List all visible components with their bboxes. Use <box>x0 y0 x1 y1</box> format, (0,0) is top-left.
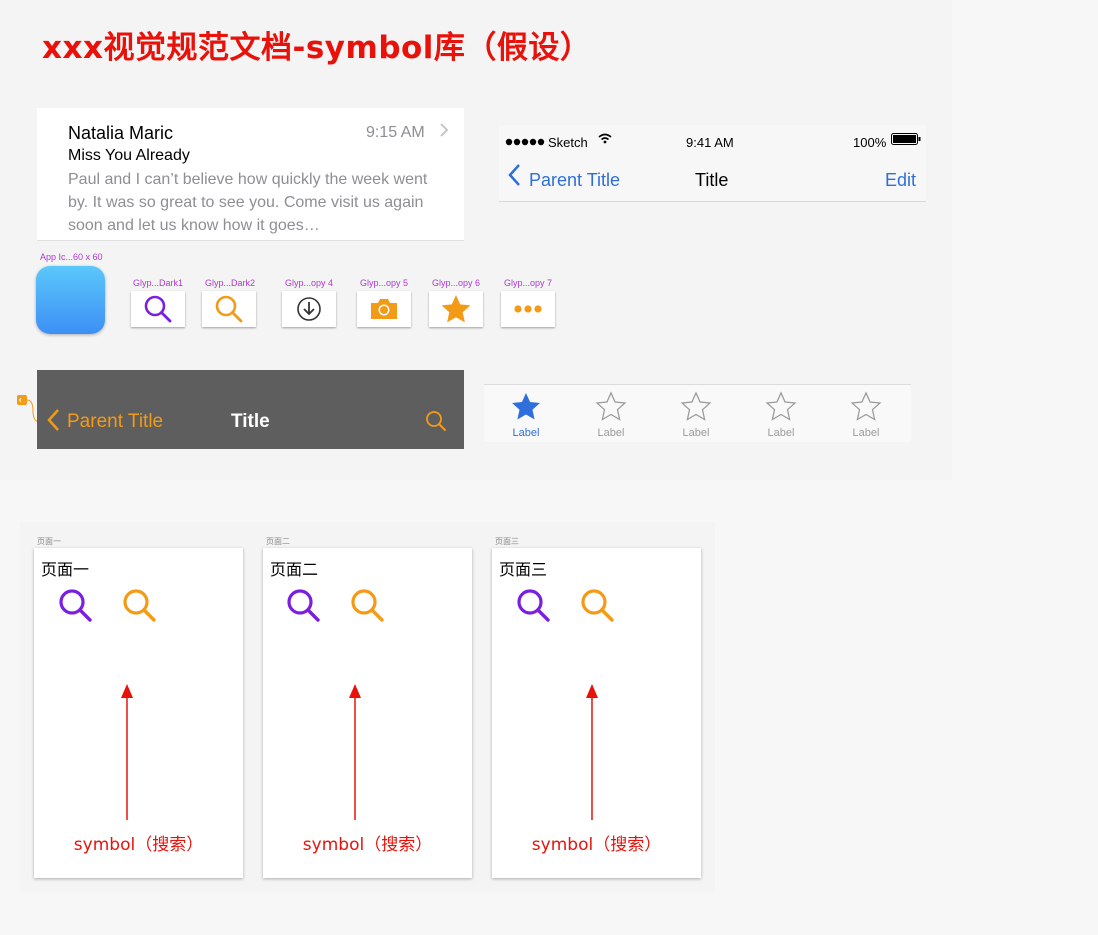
tab-item[interactable]: Label <box>666 391 726 439</box>
star-outline-icon <box>765 391 797 421</box>
star-outline-icon <box>680 391 712 421</box>
glyph-download[interactable] <box>282 291 336 327</box>
star-outline-icon <box>850 391 882 421</box>
search-icon[interactable] <box>122 588 158 624</box>
tab-item[interactable]: Label <box>496 391 556 439</box>
page-caption: symbol（搜索） <box>73 835 204 855</box>
glyph-search-dark2[interactable] <box>202 291 256 327</box>
search-icon <box>144 295 172 323</box>
download-circle-icon <box>297 297 321 321</box>
page-card-2: 页面二 symbol（搜索） <box>263 548 472 878</box>
arrow-up-icon <box>586 684 598 820</box>
glyph-camera[interactable] <box>357 291 411 327</box>
tab-label: Label <box>512 427 540 439</box>
glyph-label: Glyp...opy 4 <box>285 278 334 288</box>
dark-navigation-bar: Parent Title Title <box>37 370 464 449</box>
mail-preview: Paul and I can’t believe how quickly the… <box>68 171 428 234</box>
glyph-label: Glyp...Dark2 <box>205 278 256 288</box>
search-icon[interactable] <box>516 588 552 624</box>
glyph-label: Glyp...opy 7 <box>504 278 553 288</box>
more-dots-icon <box>514 305 542 313</box>
back-chevron-icon[interactable] <box>47 408 61 437</box>
glyph-more[interactable] <box>501 291 555 327</box>
search-icon <box>215 295 243 323</box>
glyph-star[interactable] <box>429 291 483 327</box>
back-chevron-icon[interactable] <box>508 163 522 192</box>
star-icon <box>441 295 471 323</box>
tab-label: Label <box>597 427 625 439</box>
search-icon[interactable] <box>58 588 94 624</box>
status-time: 9:41 AM <box>686 135 734 150</box>
page-title: xxx视觉规范文档-symbol库（假设） <box>42 30 592 66</box>
ios-navigation-bar: Sketch 9:41 AM 100% Parent Title Title E… <box>499 125 926 202</box>
tab-bar: Label Label Label Label Label <box>484 384 911 442</box>
mail-sender: Natalia Maric <box>68 123 174 143</box>
glyph-label: Glyp...Dark1 <box>133 278 184 288</box>
page-heading: 页面二 <box>270 560 319 579</box>
battery-icon <box>891 132 921 150</box>
star-outline-icon <box>595 391 627 421</box>
page-heading: 页面一 <box>41 560 90 579</box>
nav-title: Title <box>695 170 729 190</box>
chevron-right-icon <box>439 122 449 143</box>
tab-label: Label <box>767 427 795 439</box>
mail-list-item[interactable]: Natalia Maric 9:15 AM Miss You Already P… <box>37 108 464 241</box>
back-button[interactable]: Parent Title <box>529 170 620 191</box>
star-filled-icon <box>512 392 540 420</box>
nav-title: Title <box>231 411 270 432</box>
tab-label: Label <box>682 427 710 439</box>
app-icon[interactable] <box>36 266 105 334</box>
back-button[interactable]: Parent Title <box>67 411 163 433</box>
glyph-search-dark1[interactable] <box>131 291 185 327</box>
tab-item[interactable]: Label <box>581 391 641 439</box>
arrow-up-icon <box>121 684 133 820</box>
carrier-name: Sketch <box>548 135 588 150</box>
page-card-1: 页面一 symbol（搜索） <box>34 548 243 878</box>
glyph-label: Glyp...opy 6 <box>432 278 481 288</box>
tab-item[interactable]: Label <box>751 391 811 439</box>
wifi-icon <box>598 131 612 149</box>
page-card-3: 页面三 symbol（搜索） <box>492 548 701 878</box>
mail-subject: Miss You Already <box>68 147 190 164</box>
glyph-label: Glyp...opy 5 <box>360 278 409 288</box>
tab-item[interactable]: Label <box>836 391 896 439</box>
search-icon[interactable] <box>350 588 386 624</box>
camera-icon <box>371 299 397 319</box>
arrow-up-icon <box>349 684 361 820</box>
search-icon[interactable] <box>580 588 616 624</box>
page-small-label: 页面三 <box>495 537 519 546</box>
tab-label: Label <box>852 427 880 439</box>
app-icon-label: App Ic...60 x 60 <box>40 252 103 262</box>
page-small-label: 页面二 <box>266 537 290 546</box>
search-icon[interactable] <box>286 588 322 624</box>
battery-percent: 100% <box>853 135 887 150</box>
page-caption: symbol（搜索） <box>531 835 662 855</box>
mail-time: 9:15 AM <box>366 124 425 141</box>
search-icon[interactable] <box>425 410 447 437</box>
page-caption: symbol（搜索） <box>302 835 433 855</box>
page-heading: 页面三 <box>499 560 548 579</box>
edit-button[interactable]: Edit <box>885 170 916 191</box>
page-small-label: 页面一 <box>37 537 61 546</box>
signal-dots-icon <box>505 133 545 151</box>
